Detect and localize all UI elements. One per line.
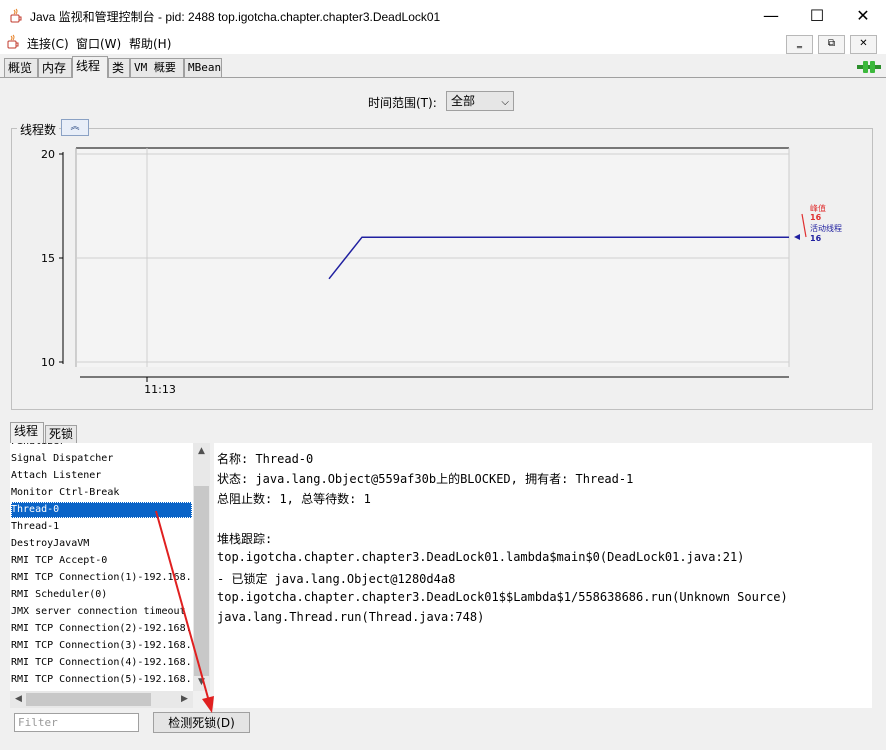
tab-threads-list[interactable]: 线程 bbox=[10, 422, 44, 443]
time-range-select[interactable]: 全部 ⌵ bbox=[446, 91, 514, 111]
connection-status-icon bbox=[857, 61, 881, 73]
detail-line: top.igotcha.chapter.chapter3.DeadLock01.… bbox=[217, 550, 745, 564]
tab-mbean[interactable]: MBean bbox=[184, 58, 222, 77]
y-tick-label: 15 bbox=[41, 252, 55, 265]
minimize-button[interactable]: — bbox=[748, 0, 794, 32]
list-item[interactable]: DestroyJavaVM bbox=[11, 536, 89, 552]
maximize-button[interactable]: ☐ bbox=[794, 0, 840, 32]
java-cup-icon bbox=[10, 8, 22, 23]
menu-help[interactable]: 帮助(H) bbox=[129, 35, 171, 52]
status-strip bbox=[0, 741, 886, 750]
tab-classes[interactable]: 类 bbox=[108, 58, 130, 77]
internal-close-button[interactable]: ✕ bbox=[850, 35, 877, 54]
detail-line: 总阻止数: 1, 总等待数: 1 bbox=[217, 492, 371, 506]
scroll-left-icon[interactable]: ◀ bbox=[11, 694, 26, 704]
menu-window[interactable]: 窗口(W) bbox=[76, 35, 121, 52]
legend-active-name: 活动线程 bbox=[810, 223, 842, 233]
horizontal-scroll-thumb[interactable] bbox=[26, 693, 151, 706]
legend-peak-name: 峰值 bbox=[810, 203, 826, 213]
tab-overview[interactable]: 概览 bbox=[4, 58, 38, 77]
detail-line: java.lang.Thread.run(Thread.java:748) bbox=[217, 610, 485, 624]
annotation-arrow bbox=[155, 510, 214, 713]
internal-minimize-button[interactable]: ‗ bbox=[786, 35, 813, 54]
tab-deadlocks[interactable]: 死锁 bbox=[45, 425, 77, 443]
y-tick-label: 10 bbox=[41, 356, 55, 369]
internal-restore-button[interactable]: ⧉ bbox=[818, 35, 845, 54]
active-marker bbox=[794, 234, 800, 240]
thread-detail-panel: 名称: Thread-0 状态: java.lang.Object@559af30… bbox=[214, 443, 872, 708]
close-button[interactable]: ✕ bbox=[840, 0, 886, 32]
filter-input[interactable] bbox=[14, 713, 139, 732]
thread-count-chart: 10152011:13峰值16活动线程16 bbox=[41, 147, 842, 396]
detail-line: top.igotcha.chapter.chapter3.DeadLock01$… bbox=[217, 590, 788, 604]
time-range-label: 时间范围(T): bbox=[368, 96, 437, 110]
list-item[interactable]: RMI Scheduler(0) bbox=[11, 587, 107, 603]
menu-connection[interactable]: 连接(C) bbox=[27, 35, 69, 52]
chevron-down-icon: ⌵ bbox=[501, 97, 509, 108]
detail-line: 名称: Thread-0 bbox=[217, 452, 314, 466]
x-tick-label: 11:13 bbox=[144, 383, 176, 396]
detail-line: 堆栈跟踪: bbox=[217, 532, 273, 546]
scroll-up-icon[interactable]: ▲ bbox=[194, 446, 209, 456]
legend-peak-value: 16 bbox=[810, 213, 822, 222]
tab-memory[interactable]: 内存 bbox=[38, 58, 72, 77]
time-range-value: 全部 bbox=[451, 94, 476, 108]
detail-line: 状态: java.lang.Object@559af30b上的BLOCKED, … bbox=[217, 472, 634, 486]
list-item[interactable]: Attach Listener bbox=[11, 468, 101, 484]
java-cup-icon bbox=[7, 34, 19, 49]
tab-threads[interactable]: 线程 bbox=[72, 56, 108, 78]
list-item[interactable]: Finalizer bbox=[11, 443, 65, 450]
y-tick-label: 20 bbox=[41, 148, 55, 161]
tab-vm-summary[interactable]: VM 概要 bbox=[130, 58, 184, 77]
list-item[interactable]: Signal Dispatcher bbox=[11, 451, 113, 467]
window-title: Java 监视和管理控制台 - pid: 2488 top.igotcha.ch… bbox=[30, 10, 441, 24]
detail-line: - 已锁定 java.lang.Object@1280d4a8 bbox=[217, 572, 456, 586]
chevron-up-double-icon: ︽ bbox=[70, 122, 80, 132]
list-item[interactable]: Monitor Ctrl-Break bbox=[11, 485, 119, 501]
legend-active-value: 16 bbox=[810, 234, 822, 243]
list-item[interactable]: RMI TCP Accept-0 bbox=[11, 553, 107, 569]
peak-marker bbox=[801, 213, 807, 238]
list-item[interactable]: Thread-1 bbox=[11, 519, 59, 535]
